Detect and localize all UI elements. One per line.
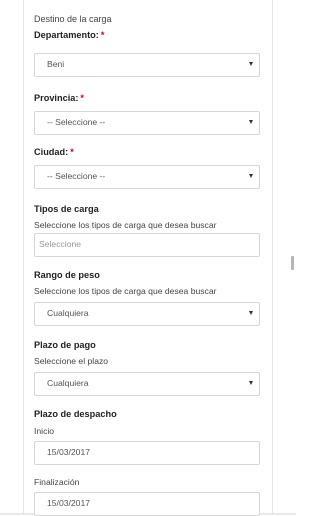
- tipos-carga-input[interactable]: Seleccione: [34, 233, 260, 257]
- ciudad-label: Ciudad: *: [34, 147, 74, 157]
- scrollbar-handle[interactable]: [291, 256, 294, 270]
- form-panel: [23, 0, 273, 515]
- plazo-despacho-label: Plazo de despacho: [34, 409, 117, 419]
- inicio-label: Inicio: [34, 426, 55, 436]
- finalizacion-label: Finalización: [34, 477, 80, 487]
- section-title: Destino de la carga: [34, 14, 112, 24]
- plazo-pago-help: Seleccione el plazo: [34, 356, 109, 366]
- departamento-selected-value: Beni: [47, 59, 65, 69]
- finalizacion-date-value: 15/03/2017: [47, 498, 91, 508]
- tipos-carga-placeholder: Seleccione: [39, 239, 82, 249]
- provincia-select[interactable]: -- Seleccione --: [34, 111, 260, 135]
- required-mark: *: [80, 93, 84, 103]
- chevron-down-icon: [249, 120, 253, 124]
- inicio-date-input[interactable]: 15/03/2017: [34, 441, 260, 465]
- tipos-carga-help: Seleccione los tipos de carga que desea …: [34, 220, 217, 230]
- required-mark: *: [70, 147, 74, 157]
- finalizacion-date-input[interactable]: 15/03/2017: [34, 492, 260, 516]
- required-mark: *: [100, 30, 105, 40]
- ciudad-select[interactable]: -- Seleccione --: [34, 165, 260, 189]
- chevron-down-icon: [249, 381, 253, 385]
- tipos-carga-label: Tipos de carga: [34, 204, 99, 214]
- chevron-down-icon: [249, 174, 253, 178]
- plazo-pago-label: Plazo de pago: [34, 340, 96, 350]
- rango-peso-select[interactable]: Cualquiera: [34, 302, 260, 326]
- provincia-selected-value: -- Seleccione --: [47, 117, 106, 127]
- rango-peso-help: Seleccione los tipos de carga que desea …: [34, 286, 217, 296]
- chevron-down-icon: [249, 311, 253, 315]
- departamento-select[interactable]: Beni: [34, 53, 260, 77]
- rango-peso-selected-value: Cualquiera: [47, 308, 89, 318]
- inicio-date-value: 15/03/2017: [47, 447, 91, 457]
- departamento-label: Departamento: *: [34, 30, 105, 40]
- chevron-down-icon: [249, 62, 253, 66]
- rango-peso-label: Rango de peso: [34, 270, 100, 280]
- plazo-pago-select[interactable]: Cualquiera: [34, 372, 260, 396]
- provincia-label: Provincia: *: [34, 93, 84, 103]
- plazo-pago-selected-value: Cualquiera: [47, 378, 89, 388]
- ciudad-selected-value: -- Seleccione --: [47, 171, 106, 181]
